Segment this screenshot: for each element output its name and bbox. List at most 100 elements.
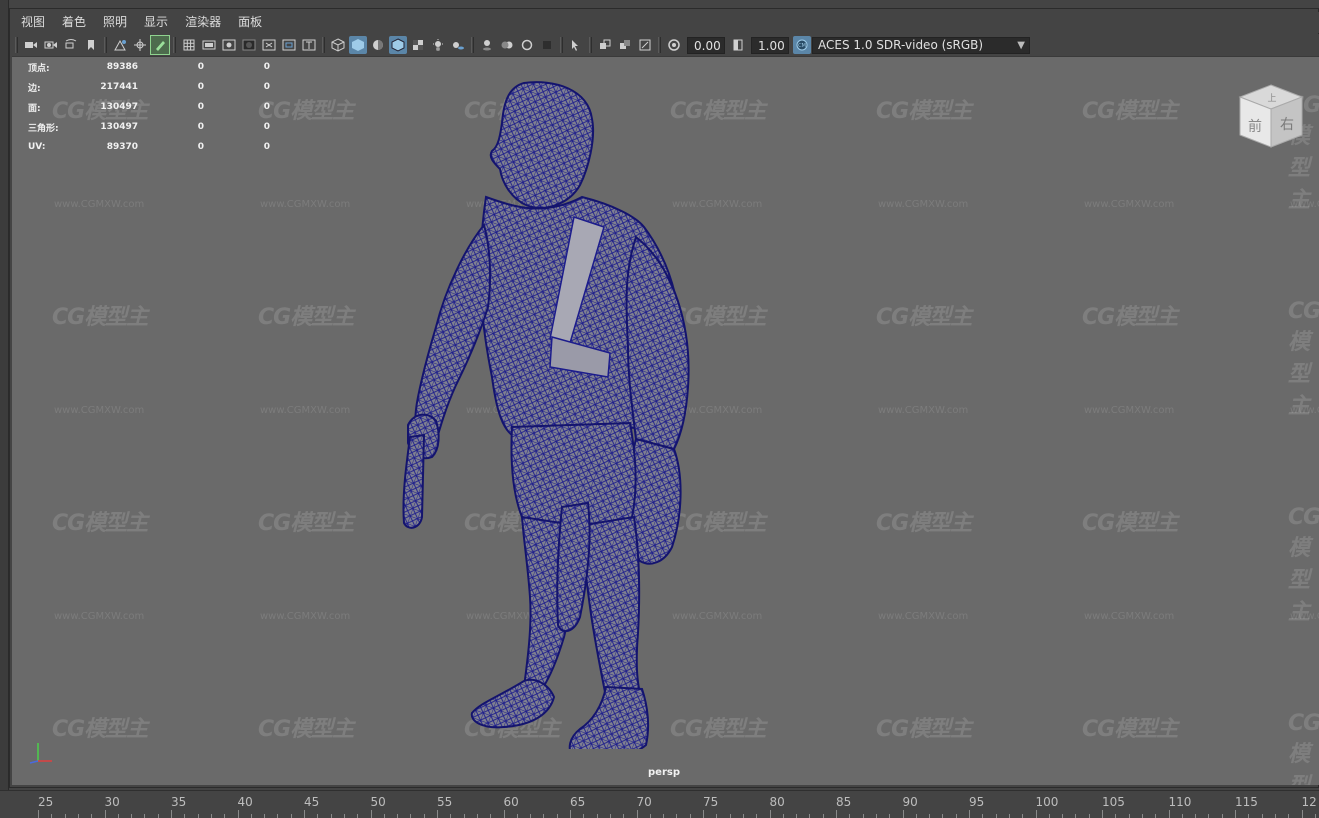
menu-shading[interactable]: 着色 [53,12,94,33]
screen-space-ao-icon[interactable] [478,36,496,54]
bookmark-icon[interactable] [82,36,100,54]
wireframe-icon[interactable] [329,36,347,54]
menu-panels[interactable]: 面板 [229,12,270,33]
menu-lighting[interactable]: 照明 [94,12,135,33]
time-tick [875,814,877,818]
menu-renderer[interactable]: 渲染器 [176,12,229,33]
time-tick [264,814,266,818]
time-tick [157,814,159,818]
field-chart-icon[interactable] [260,36,278,54]
camera-attributes-icon[interactable] [42,36,60,54]
viewcube-front-face[interactable]: 前 [1248,118,1262,135]
watermark-url: www.CGMXW.com [54,199,145,210]
hud-value: 0 [263,82,270,92]
safe-title-icon[interactable] [300,36,318,54]
gate-mask-icon[interactable] [240,36,258,54]
time-tick [290,814,292,818]
shadows-icon[interactable] [449,36,467,54]
time-tick [862,814,864,818]
time-tick [184,814,186,818]
time-tick-label: 85 [836,795,852,809]
use-lights-icon[interactable] [429,36,447,54]
exposure-icon[interactable] [665,36,683,54]
watermark-url: www.CGMXW.com [260,199,351,210]
menu-view[interactable]: 视图 [12,12,53,33]
time-tick [423,814,425,818]
time-tick [982,814,984,818]
time-tick [64,814,66,818]
time-tick [304,810,305,818]
backface-culling-icon[interactable] [636,36,654,54]
isolate-select-icon[interactable] [567,36,585,54]
time-tick-label: 115 [1235,795,1258,809]
hud-row-vertices: 顶点: 89386 0 0 [28,57,270,77]
hud-value: 0 [263,102,270,112]
watermark-url: www.CGMXW.com [1084,611,1175,622]
depth-of-field-icon[interactable] [538,36,556,54]
time-tick [1141,814,1143,818]
xray-joints-icon[interactable] [616,36,634,54]
time-tick [503,810,505,818]
exposure-field[interactable]: 0.00 [687,36,725,54]
hud-value: 0 [263,62,270,72]
time-tick [969,810,970,818]
time-tick [1301,810,1303,818]
camera-tumble-icon[interactable] [62,36,80,54]
shaded-wireframe-icon[interactable] [389,36,407,54]
select-camera-icon[interactable] [22,36,40,54]
image-plane-icon[interactable] [111,36,129,54]
gamma-icon[interactable] [729,36,747,54]
time-tick [1274,814,1276,818]
time-tick [51,814,53,818]
time-tick-label: 100 [1035,795,1059,809]
time-tick-label: 75 [703,795,719,809]
time-tick [250,814,252,818]
smooth-shade-icon[interactable] [349,36,367,54]
time-slider[interactable]: 25 30 35 40 45 50 55 60 65 70 75 80 85 90 95 100 105 110 1… [0,790,1319,818]
viewcube-widget[interactable]: 上 前 右 [1236,81,1306,151]
3d-viewport[interactable]: CG模型主 www.CGMXW.com CG模型主 www.CGMXW.com CG模型… [12,56,1319,785]
menu-show[interactable]: 显示 [135,12,176,33]
motion-blur-icon[interactable] [498,36,516,54]
viewcube-right-face[interactable]: 右 [1280,117,1294,133]
color-management-icon[interactable]: CM [793,36,811,54]
viewcube-top-face[interactable]: 上 [1267,93,1276,104]
time-tick-label: 50 [370,795,386,809]
hud-value: 0 [263,142,270,152]
grid-icon[interactable] [180,36,198,54]
character-wireframe-model[interactable] [374,77,694,749]
textured-icon[interactable] [409,36,427,54]
toolbar-separator [658,37,661,53]
time-tick [1075,814,1077,818]
watermark-logo: CG模型主 [258,717,354,742]
watermark-url: www.CGMXW.com [1290,199,1319,210]
hud-label: 顶点: [28,63,50,74]
time-tick [689,814,691,818]
time-tick-label: 80 [769,795,785,809]
time-tick [609,814,611,818]
resolution-gate-icon[interactable] [220,36,238,54]
default-material-icon[interactable] [369,36,387,54]
safe-action-icon[interactable] [280,36,298,54]
time-tick-label: 40 [237,795,253,809]
xray-icon[interactable] [596,36,614,54]
time-tick [583,814,585,818]
toolbar-separator [104,37,107,53]
film-gate-icon[interactable] [200,36,218,54]
grease-pencil-icon[interactable] [150,35,170,55]
watermark-logo: CG模型主 [52,717,148,742]
color-space-dropdown[interactable]: ACES 1.0 SDR-video (sRGB) ▼ [812,36,1030,54]
2d-pan-zoom-icon[interactable] [131,36,149,54]
svg-text:CM: CM [798,43,806,49]
hud-row-edges: 边: 217441 0 0 [28,77,270,97]
gamma-field[interactable]: 1.00 [751,36,789,54]
multisample-aa-icon[interactable] [518,36,536,54]
hud-row-faces: 面: 130497 0 0 [28,97,270,117]
time-tick [1062,814,1064,818]
time-tick-label: 55 [437,795,453,809]
watermark-url: www.CGMXW.com [1290,611,1319,622]
chevron-down-icon: ▼ [1017,39,1025,51]
watermark-logo: CG模型主 [1082,99,1178,124]
time-tick [197,814,199,818]
time-tick [756,814,758,818]
